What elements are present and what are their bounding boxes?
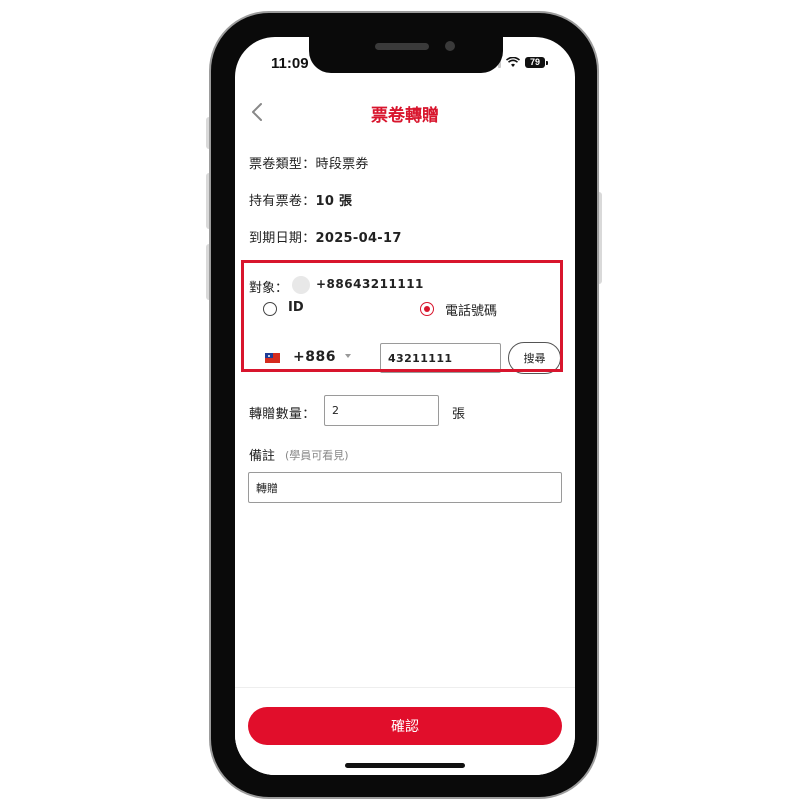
note-input[interactable]: 轉贈 bbox=[248, 472, 562, 503]
transfer-quantity-unit: 張 bbox=[452, 407, 466, 422]
tickets-held-row: 持有票卷：10 張 bbox=[249, 190, 352, 209]
status-time: 11:09 bbox=[271, 55, 309, 72]
confirm-button[interactable]: 確認 bbox=[248, 707, 562, 745]
ticket-type-value: 時段票券 bbox=[315, 157, 369, 172]
tickets-held-value: 10 張 bbox=[315, 194, 353, 209]
expiry-date-label: 到期日期： bbox=[249, 231, 316, 246]
phone-frame: 11:09 79 票卷轉贈 票卷類型：時段票券 持有票卷：10 張 到期日期：2… bbox=[211, 13, 597, 797]
home-indicator[interactable] bbox=[345, 763, 465, 768]
page-title: 票卷轉贈 bbox=[371, 106, 439, 126]
transfer-quantity-label: 轉贈數量： bbox=[249, 407, 316, 422]
ticket-type-row: 票卷類型：時段票券 bbox=[249, 153, 369, 172]
screenshot-stage: 11:09 79 票卷轉贈 票卷類型：時段票券 持有票卷：10 張 到期日期：2… bbox=[0, 0, 810, 810]
transfer-quantity-input[interactable]: 2 bbox=[324, 395, 439, 426]
phone-screen: 11:09 79 票卷轉贈 票卷類型：時段票券 持有票卷：10 張 到期日期：2… bbox=[235, 37, 575, 775]
wifi-icon bbox=[506, 57, 520, 67]
expiry-date-row: 到期日期：2025-04-17 bbox=[249, 227, 402, 246]
expiry-date-value: 2025-04-17 bbox=[315, 231, 402, 246]
note-hint: (學員可看見) bbox=[285, 449, 349, 462]
phone-notch bbox=[309, 37, 503, 73]
tickets-held-label: 持有票卷： bbox=[249, 194, 316, 209]
battery-icon: 79 bbox=[525, 57, 548, 68]
ticket-type-label: 票卷類型： bbox=[249, 157, 316, 172]
target-highlight-box bbox=[241, 260, 563, 372]
front-camera bbox=[445, 41, 455, 51]
note-label: 備註 bbox=[249, 449, 276, 464]
speaker-grille bbox=[375, 43, 429, 50]
